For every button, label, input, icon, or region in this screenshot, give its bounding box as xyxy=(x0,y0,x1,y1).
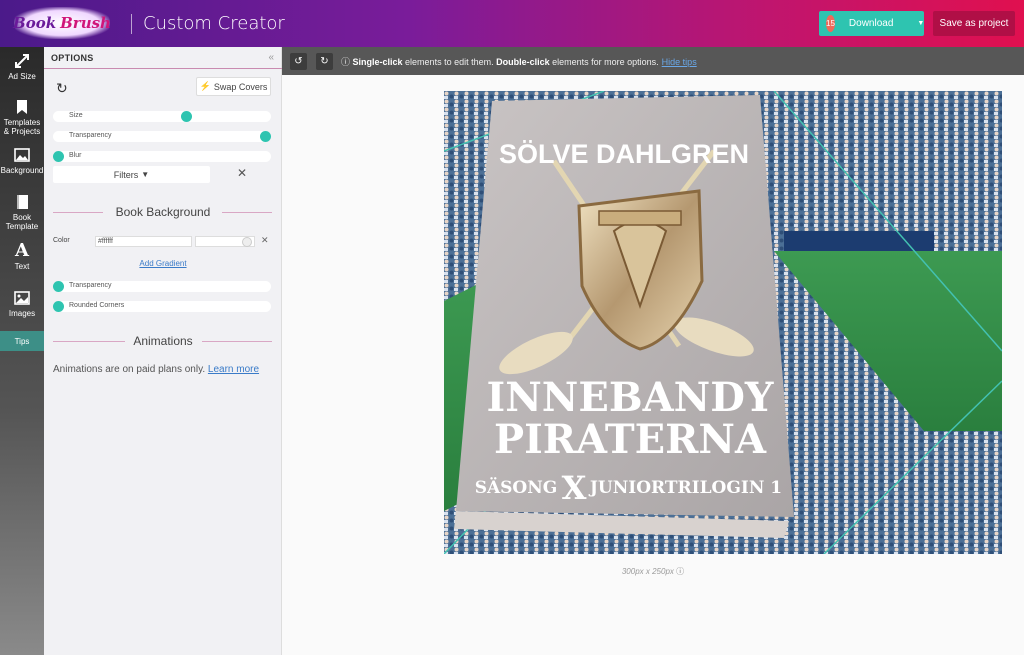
book-subtitle-x[interactable]: X xyxy=(562,469,587,507)
canvas-size-text: 300px x 250px xyxy=(621,567,674,576)
animations-text: Animations are on paid plans only. xyxy=(53,364,206,375)
filters-dropdown[interactable]: Filters ▼ xyxy=(53,166,210,183)
picture-icon xyxy=(14,291,30,305)
tips-bar: ⓘ Single-click elements to edit them. Do… xyxy=(341,55,697,68)
rail-label: Templates & Projects xyxy=(3,118,41,136)
book-icon xyxy=(17,195,28,209)
options-title: OPTIONS xyxy=(51,53,94,63)
rail-label: Background xyxy=(0,166,44,175)
lightning-icon: ⚡ xyxy=(199,81,211,91)
ad-artboard[interactable]: SÖLVE DAHLGREN INNEBANDY PIRATERNA SÄSON… xyxy=(444,91,1002,554)
close-icon[interactable]: ✕ xyxy=(261,235,269,246)
color-hex-input[interactable]: #ffffff xyxy=(95,236,192,247)
color-picker[interactable] xyxy=(195,236,255,247)
rail-item-background[interactable]: Background xyxy=(0,147,44,175)
book-subtitle-right[interactable]: JUNIORTRILOGIN 1 xyxy=(588,478,782,498)
save-project-button[interactable]: Save as project xyxy=(933,11,1015,36)
download-button[interactable]: 15 Download ▼ xyxy=(819,11,924,36)
animations-note: Animations are on paid plans only. Learn… xyxy=(53,364,259,375)
learn-more-link[interactable]: Learn more xyxy=(208,364,259,375)
page-title: Custom Creator xyxy=(143,13,285,34)
logo-text-brush: Brush xyxy=(60,14,111,32)
rail-item-images[interactable]: Images xyxy=(0,290,44,318)
rail-label: Ad Size xyxy=(8,72,36,81)
filters-label: Filters xyxy=(113,169,139,180)
chevron-down-icon[interactable]: ▼ xyxy=(917,20,924,27)
book-title-line-2[interactable]: PIRATERNA xyxy=(494,416,767,463)
slider-knob[interactable] xyxy=(53,301,64,312)
slider-label: Rounded Corners xyxy=(69,302,125,309)
canvas-toolbar: ↺ ↻ ⓘ Single-click elements to edit them… xyxy=(282,47,1024,75)
info-icon[interactable]: ⓘ xyxy=(676,567,684,576)
shield-crown xyxy=(598,210,682,226)
book-background-heading: Book Background xyxy=(115,205,211,219)
slider-knob[interactable] xyxy=(260,131,271,142)
rail-item-book-template[interactable]: Book Template xyxy=(0,194,44,231)
slider-label: Blur xyxy=(69,152,82,159)
bookbrush-logo[interactable]: Book Brush xyxy=(13,7,111,39)
tip-double-click: Double-click xyxy=(496,57,550,67)
options-panel: OPTIONS « ↻ ⚡ Swap Covers Size Transpare… xyxy=(44,47,282,655)
header-divider xyxy=(131,14,132,34)
animations-heading: Animations xyxy=(133,334,193,348)
book-author[interactable]: SÖLVE DAHLGREN xyxy=(499,139,749,169)
rail-item-text[interactable]: A Text xyxy=(0,240,44,272)
text-icon: A xyxy=(15,240,29,261)
book-transparency-slider[interactable]: Transparency xyxy=(53,281,271,292)
canvas-area: SÖLVE DAHLGREN INNEBANDY PIRATERNA SÄSON… xyxy=(282,75,1024,655)
rail-item-tips[interactable]: Tips xyxy=(0,331,44,351)
canvas-size-note: 300px x 250px ⓘ xyxy=(282,566,1024,577)
transparency-slider[interactable]: Transparency xyxy=(53,131,271,142)
undo-icon[interactable]: ↺ xyxy=(290,53,307,70)
download-label: Download xyxy=(848,18,894,29)
color-picker-knob[interactable] xyxy=(242,237,252,247)
logo-text-book: Book xyxy=(13,14,57,32)
info-icon: ⓘ xyxy=(341,57,353,67)
book-title-line-1[interactable]: INNEBANDY xyxy=(487,374,774,421)
ad-design: SÖLVE DAHLGREN INNEBANDY PIRATERNA SÄSON… xyxy=(444,91,1002,554)
hide-tips-link[interactable]: Hide tips xyxy=(662,57,697,67)
slider-knob[interactable] xyxy=(53,151,64,162)
color-label: Color xyxy=(53,237,70,244)
collapse-icon[interactable]: « xyxy=(268,52,274,63)
rail-label: Book Template xyxy=(5,213,39,231)
slider-knob[interactable] xyxy=(181,111,192,122)
redo-icon[interactable]: ↻ xyxy=(316,53,333,70)
top-bar: Book Brush Custom Creator 15 Download ▼ … xyxy=(0,0,1024,47)
bookmark-icon xyxy=(17,100,27,114)
resize-arrows-icon xyxy=(15,54,29,68)
close-icon[interactable]: ✕ xyxy=(234,166,250,182)
book-subtitle-left[interactable]: SÄSONG xyxy=(475,477,558,498)
slider-label: Transparency xyxy=(69,282,112,289)
image-icon xyxy=(14,148,30,162)
tip-text: elements to edit them. xyxy=(402,57,497,67)
slider-label: Transparency xyxy=(69,132,112,139)
size-slider[interactable]: Size xyxy=(53,111,271,122)
tool-rail: Ad Size Templates & Projects Background … xyxy=(0,47,44,655)
blur-slider[interactable]: Blur xyxy=(53,151,271,162)
options-header: OPTIONS « xyxy=(44,47,282,69)
tip-text: elements for more options. xyxy=(549,57,659,67)
download-count-badge: 15 xyxy=(826,15,835,32)
tip-single-click: Single-click xyxy=(352,57,403,67)
chevron-down-icon: ▼ xyxy=(141,170,150,179)
rail-item-ad-size[interactable]: Ad Size xyxy=(0,53,44,81)
rail-label: Text xyxy=(14,262,30,271)
rounded-corners-slider[interactable]: Rounded Corners xyxy=(53,301,271,312)
rail-label: Images xyxy=(8,309,36,318)
rail-item-templates[interactable]: Templates & Projects xyxy=(0,99,44,136)
reset-icon[interactable]: ↻ xyxy=(56,80,68,97)
slider-knob[interactable] xyxy=(53,281,64,292)
rail-label: Tips xyxy=(14,336,30,346)
slider-label: Size xyxy=(69,112,83,119)
add-gradient-link[interactable]: Add Gradient xyxy=(44,259,282,268)
swap-covers-label: Swap Covers xyxy=(213,81,268,92)
swap-covers-button[interactable]: ⚡ Swap Covers xyxy=(196,77,271,96)
